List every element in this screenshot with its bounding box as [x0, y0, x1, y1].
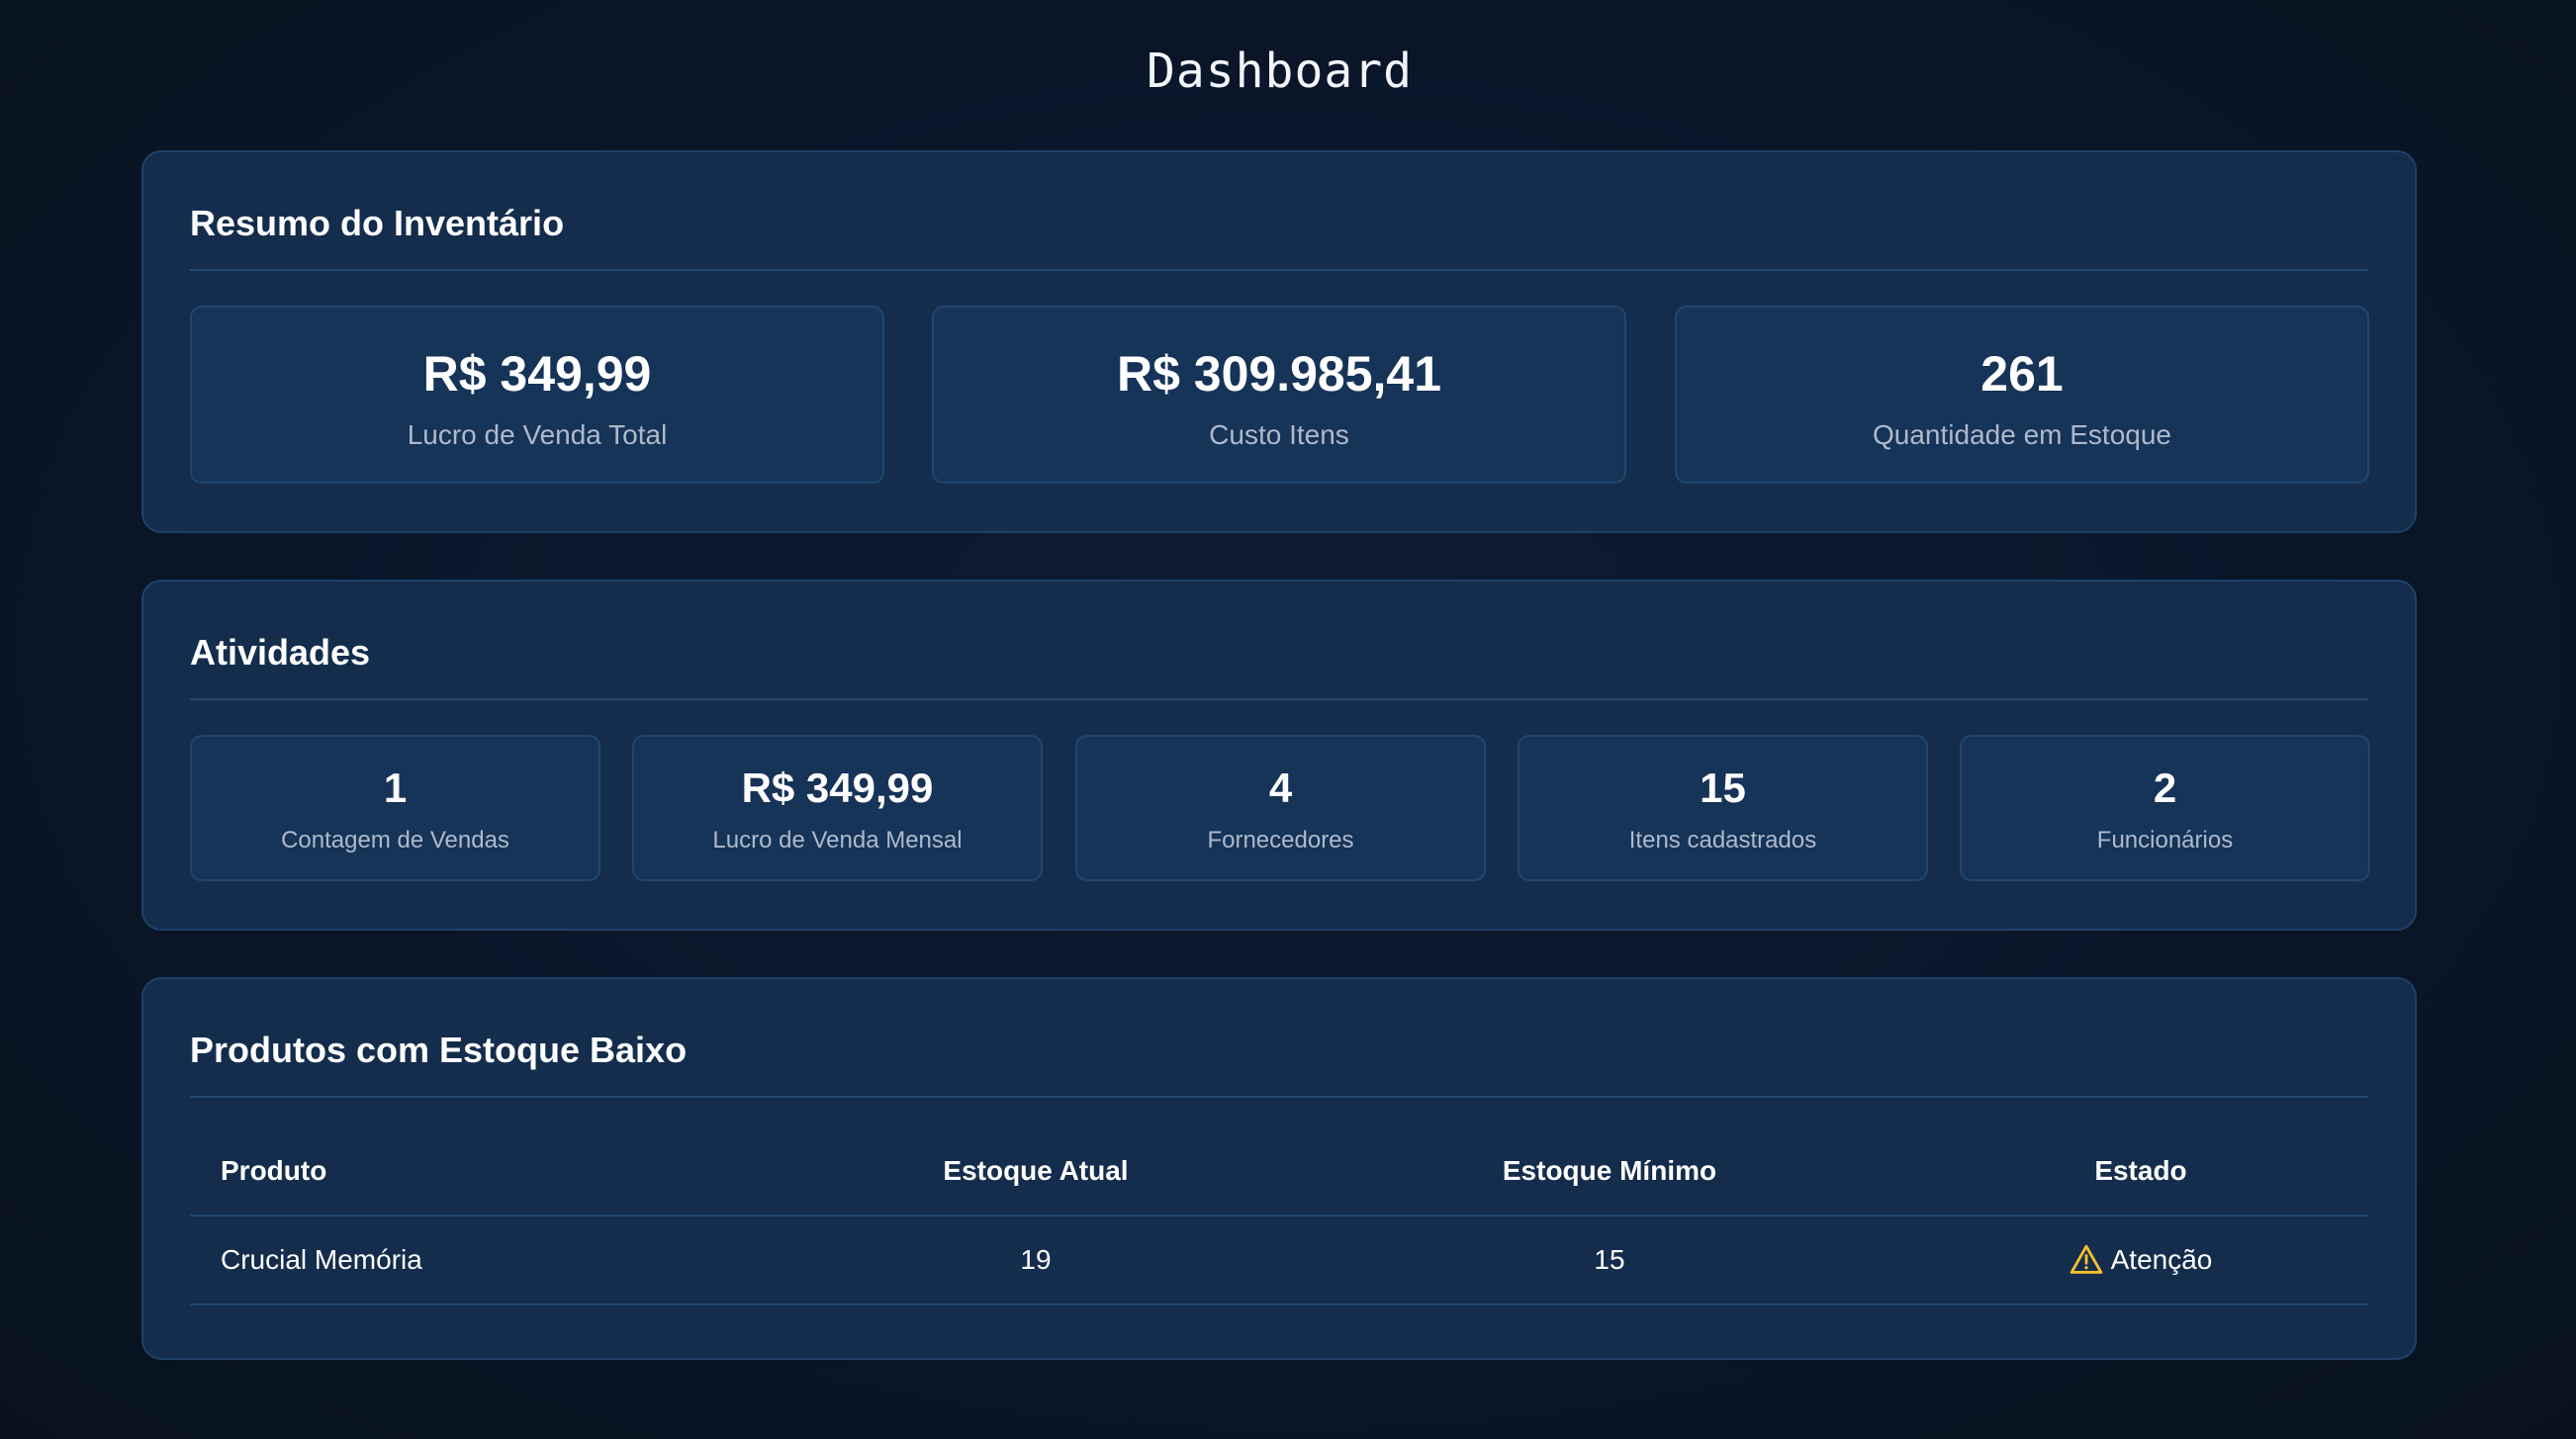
minimum-stock-cell: 15	[1594, 1244, 1625, 1275]
activities-heading: Atividades	[190, 632, 371, 673]
inventory-summary-panel: Resumo do Inventário R$ 349,99 Lucro de …	[141, 150, 2417, 533]
column-header-produto: Produto	[221, 1155, 327, 1186]
registered-items-value: 15	[1700, 764, 1746, 811]
column-header-estado: Estado	[2094, 1155, 2187, 1186]
items-cost-card: R$ 309.985,41 Custo Itens	[932, 306, 1626, 484]
table-row: Crucial Memória 19 15 Atenção	[190, 1216, 2368, 1305]
stock-quantity-card: 261 Quantidade em Estoque	[1675, 306, 2369, 484]
low-stock-header: Produtos com Estoque Baixo	[190, 979, 2368, 1098]
stock-quantity-label: Quantidade em Estoque	[1873, 419, 2171, 450]
low-stock-panel: Produtos com Estoque Baixo Produto Estoq…	[141, 977, 2417, 1360]
total-profit-card: R$ 349,99 Lucro de Venda Total	[190, 306, 884, 484]
suppliers-card: 4 Fornecedores	[1075, 735, 1486, 881]
activities-header: Atividades	[190, 582, 2368, 700]
stock-quantity-value: 261	[1980, 346, 2064, 402]
items-cost-label: Custo Itens	[1209, 419, 1349, 450]
column-header-estoque-minimo: Estoque Mínimo	[1502, 1155, 1717, 1186]
sales-count-label: Contagem de Vendas	[281, 827, 509, 854]
warning-triangle-icon	[2070, 1244, 2102, 1274]
current-stock-cell: 19	[1020, 1244, 1052, 1275]
total-profit-value: R$ 349,99	[422, 346, 652, 402]
inventory-summary-heading: Resumo do Inventário	[190, 203, 565, 243]
status-badge: Atenção	[2110, 1244, 2213, 1275]
total-profit-label: Lucro de Venda Total	[407, 419, 668, 450]
suppliers-value: 4	[1268, 764, 1293, 811]
registered-items-card: 15 Itens cadastrados	[1518, 735, 1928, 881]
table-header-row: Produto Estoque Atual Estoque Mínimo Est…	[190, 1127, 2368, 1216]
inventory-summary-header: Resumo do Inventário	[190, 152, 2368, 271]
employees-card: 2 Funcionários	[1960, 735, 2370, 881]
monthly-profit-value: R$ 349,99	[741, 764, 934, 811]
low-stock-table: Produto Estoque Atual Estoque Mínimo Est…	[190, 1127, 2368, 1305]
status-cell: Atenção	[1943, 1216, 2339, 1304]
activities-panel: Atividades 1 Contagem de Vendas R$ 349,9…	[141, 580, 2417, 931]
column-header-estoque-atual: Estoque Atual	[943, 1155, 1129, 1186]
employees-value: 2	[2153, 764, 2177, 811]
items-cost-value: R$ 309.985,41	[1116, 346, 1442, 402]
registered-items-label: Itens cadastrados	[1628, 827, 1817, 854]
sales-count-value: 1	[383, 764, 408, 811]
suppliers-label: Fornecedores	[1207, 827, 1354, 854]
low-stock-heading: Produtos com Estoque Baixo	[190, 1030, 688, 1070]
sales-count-card: 1 Contagem de Vendas	[190, 735, 600, 881]
page-title: Dashboard	[1146, 44, 1414, 99]
monthly-profit-label: Lucro de Venda Mensal	[712, 827, 963, 854]
employees-label: Funcionários	[2096, 827, 2234, 854]
product-name-cell: Crucial Memória	[221, 1244, 422, 1275]
monthly-profit-card: R$ 349,99 Lucro de Venda Mensal	[632, 735, 1043, 881]
